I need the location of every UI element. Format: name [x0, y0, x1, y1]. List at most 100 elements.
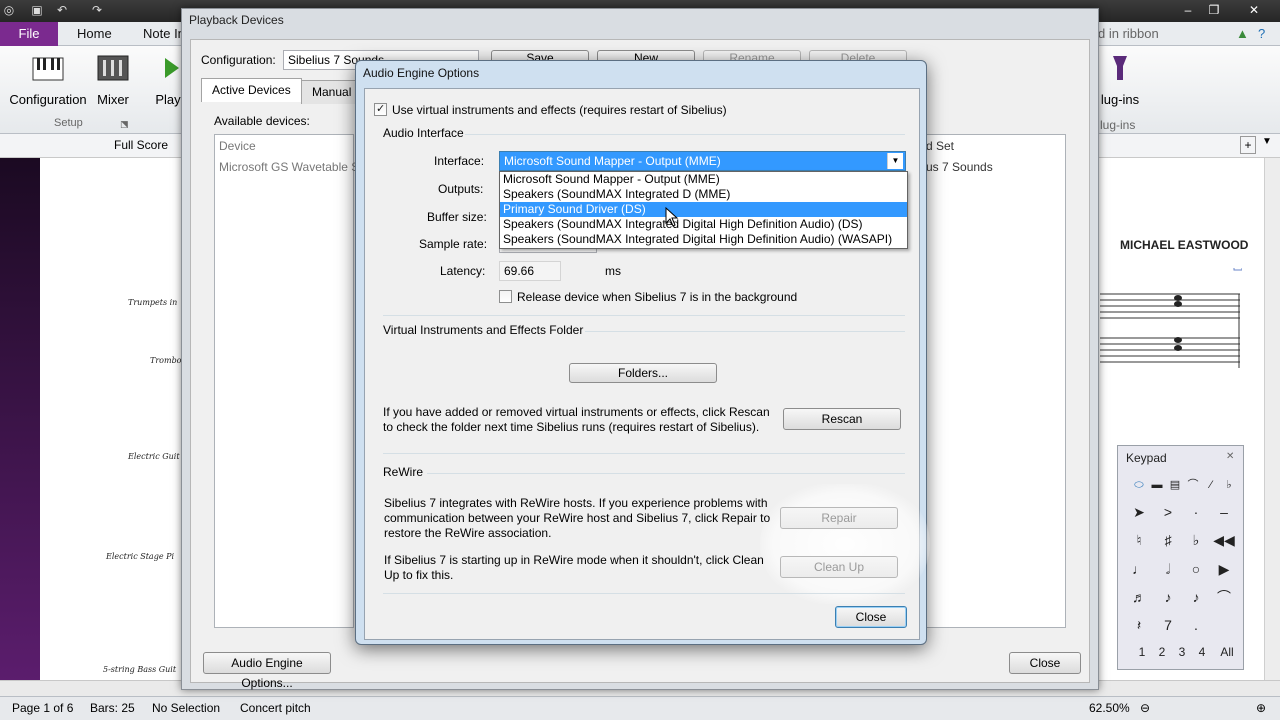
staccato-key-icon[interactable]: ·: [1185, 501, 1207, 523]
half-note-key-icon[interactable]: 𝅗𝅥: [1157, 558, 1179, 580]
interface-option[interactable]: Speakers (SoundMAX Integrated Digital Hi…: [500, 217, 907, 232]
close-window-icon[interactable]: ✕: [1242, 2, 1266, 18]
tab-file[interactable]: File: [0, 22, 58, 46]
plugin-icon: [1103, 52, 1137, 86]
release-device-label[interactable]: Release device when Sibelius 7 is in the…: [517, 290, 797, 304]
quarter-note-key-icon[interactable]: ♩: [1128, 558, 1150, 580]
mixer-icon: [96, 52, 130, 86]
natural-key-icon[interactable]: ♮: [1128, 529, 1150, 551]
ribbon-search-hint[interactable]: d in ribbon: [1098, 22, 1159, 46]
sound-set-column-header[interactable]: d Set: [926, 139, 954, 153]
instrument-name: 5-string Bass Guit: [103, 665, 177, 674]
rescan-button[interactable]: Rescan: [783, 408, 901, 430]
group-divider: [383, 315, 905, 316]
rewire-heading: ReWire: [383, 465, 424, 479]
buffer-size-label: Buffer size:: [427, 210, 487, 224]
add-tab-icon[interactable]: +: [1240, 136, 1256, 154]
interface-option[interactable]: Primary Sound Driver (DS): [500, 202, 907, 217]
keypad-layout-2[interactable]: 2: [1153, 645, 1171, 659]
full-score-tab[interactable]: Full Score: [114, 138, 168, 152]
keypad-title: Keypad: [1126, 451, 1167, 465]
keypad-layout-icon[interactable]: ♭: [1218, 474, 1240, 496]
keypad-layout-3[interactable]: 3: [1173, 645, 1191, 659]
device-column-header[interactable]: Device: [219, 139, 256, 153]
configuration-label: Configuration: [9, 92, 87, 107]
save-icon[interactable]: ▣: [30, 3, 44, 17]
interface-option[interactable]: Microsoft Sound Mapper - Output (MME): [500, 172, 907, 187]
zoom-out-icon[interactable]: ⊖: [1140, 701, 1150, 715]
plugins-group-label: lug-ins: [1100, 118, 1136, 132]
sixteenth-note-key-icon[interactable]: ♬: [1128, 586, 1150, 608]
rest-key-icon[interactable]: 7: [1157, 614, 1179, 636]
eighth-note-key-icon[interactable]: ♪: [1185, 586, 1207, 608]
repair-button[interactable]: Repair: [780, 507, 898, 529]
sample-rate-label: Sample rate:: [419, 237, 488, 251]
configuration-label: Configuration:: [201, 53, 276, 67]
play-key-icon[interactable]: ▶: [1213, 558, 1235, 580]
keypad-close-icon[interactable]: ✕: [1226, 451, 1234, 462]
cleanup-button[interactable]: Clean Up: [780, 556, 898, 578]
sound-set-list-item[interactable]: us 7 Sounds: [926, 160, 993, 174]
dot-key-icon[interactable]: .: [1185, 614, 1207, 636]
interface-option[interactable]: Speakers (SoundMAX Integrated D (MME): [500, 187, 907, 202]
sound-set-list[interactable]: d Set us 7 Sounds: [921, 134, 1066, 628]
sharp-key-icon[interactable]: ♯: [1157, 529, 1179, 551]
help-icon[interactable]: ?: [1258, 22, 1265, 46]
playback-close-button[interactable]: Close: [1009, 652, 1081, 674]
latency-unit: ms: [605, 264, 621, 278]
interface-select[interactable]: Microsoft Sound Mapper - Output (MME) ▼: [499, 151, 906, 171]
use-virtual-instruments-label[interactable]: Use virtual instruments and effects (req…: [392, 103, 727, 117]
vertical-scrollbar[interactable]: [1264, 158, 1280, 680]
tab-active-devices[interactable]: Active Devices: [201, 78, 302, 102]
playback-devices-title: Playback Devices: [189, 13, 284, 27]
status-pitch[interactable]: Concert pitch: [240, 701, 311, 715]
interface-select-value: Microsoft Sound Mapper - Output (MME): [504, 154, 721, 168]
redo-icon[interactable]: ↷: [90, 3, 104, 17]
undo-icon[interactable]: ↶: [55, 3, 69, 17]
release-device-checkbox[interactable]: [499, 290, 512, 303]
configuration-button[interactable]: Configuration: [8, 52, 88, 107]
status-bars: Bars: 25: [90, 701, 135, 715]
pointer-key-icon[interactable]: ➤: [1128, 501, 1150, 523]
setup-group-label: Setup: [54, 117, 83, 129]
interface-option[interactable]: Speakers (SoundMAX Integrated Digital Hi…: [500, 232, 907, 247]
dialog-launcher-icon[interactable]: ⬔: [120, 119, 129, 130]
keypad-layout-4[interactable]: 4: [1193, 645, 1211, 659]
ribbon-collapse-icon[interactable]: ▲: [1236, 22, 1249, 46]
tenuto-key-icon[interactable]: –: [1213, 501, 1235, 523]
mixer-button[interactable]: Mixer: [94, 52, 132, 107]
tie-key-icon[interactable]: ⌒: [1213, 586, 1235, 608]
restore-icon[interactable]: ❐: [1202, 2, 1226, 18]
status-bar: Page 1 of 6 Bars: 25 No Selection Concer…: [0, 696, 1280, 720]
device-list-item[interactable]: Microsoft GS Wavetable Sy: [219, 160, 365, 174]
zoom-in-icon[interactable]: ⊕: [1256, 701, 1266, 715]
mixer-label: Mixer: [97, 92, 129, 107]
tab-home[interactable]: Home: [77, 22, 112, 46]
folders-button[interactable]: Folders...: [569, 363, 717, 383]
eighth-note-key-icon[interactable]: ♪: [1157, 586, 1179, 608]
rest-key-icon[interactable]: 𝄽: [1128, 614, 1150, 636]
keypad-layout-all[interactable]: All: [1216, 645, 1238, 659]
flat-key-icon[interactable]: ♭: [1185, 529, 1207, 551]
audio-engine-options-button[interactable]: Audio Engine Options...: [203, 652, 331, 690]
available-devices-list[interactable]: Device Microsoft GS Wavetable Sy: [214, 134, 365, 628]
chevron-down-icon[interactable]: ▼: [887, 153, 903, 169]
interface-label: Interface:: [434, 154, 485, 168]
interface-dropdown-list[interactable]: Microsoft Sound Mapper - Output (MME) Sp…: [499, 171, 908, 249]
keypad-layout-1[interactable]: 1: [1133, 645, 1151, 659]
tab-menu-icon[interactable]: ▼: [1262, 136, 1272, 147]
whole-note-key-icon[interactable]: ○: [1185, 558, 1207, 580]
latency-label: Latency:: [440, 264, 486, 278]
latency-field: 69.66: [499, 261, 561, 281]
dialog-close-button[interactable]: Close: [835, 606, 907, 628]
rewind-key-icon[interactable]: ◀◀: [1213, 529, 1235, 551]
plugins-button[interactable]: lug-ins: [1100, 52, 1140, 107]
dialog-client: Use virtual instruments and effects (req…: [364, 88, 930, 640]
use-virtual-instruments-checkbox[interactable]: [374, 102, 387, 116]
status-selection: No Selection: [152, 701, 221, 715]
plugins-label: lug-ins: [1100, 92, 1140, 107]
minimize-icon[interactable]: –: [1176, 2, 1200, 18]
available-devices-label: Available devices:: [214, 114, 310, 128]
tab-manual[interactable]: Manual: [301, 80, 363, 104]
accent-key-icon[interactable]: >: [1157, 501, 1179, 523]
